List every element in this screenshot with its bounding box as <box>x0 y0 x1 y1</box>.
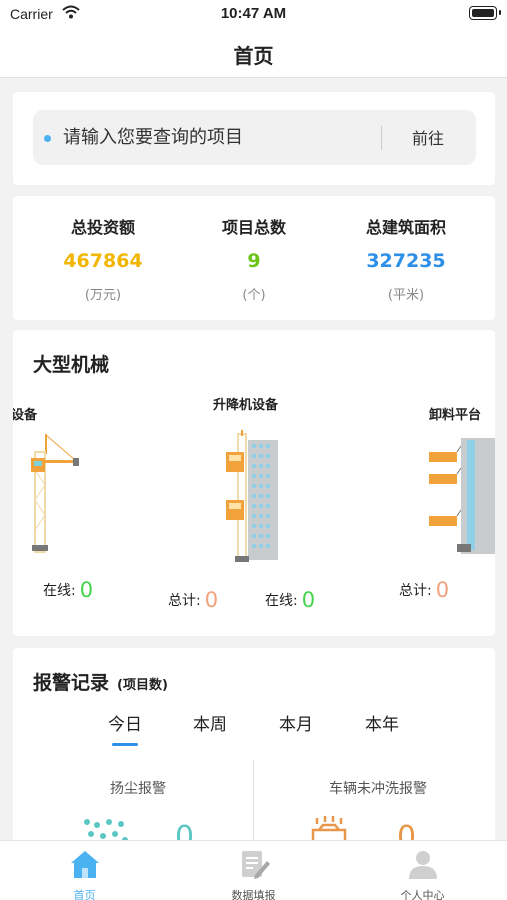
tab-this-month[interactable]: 本月 <box>266 710 326 735</box>
search-box[interactable]: 前往 <box>33 110 476 165</box>
machine-name-partial-left: 设备 <box>13 408 38 423</box>
tab-bar-item-data-entry[interactable]: 数据填报 <box>169 845 338 900</box>
alarm-vehicle-wash-label: 车辆未冲洗报警 <box>329 781 427 797</box>
go-button[interactable]: 前往 <box>393 125 463 149</box>
status-bar: Carrier 10:47 AM <box>0 0 507 30</box>
total-label: 总计: <box>399 583 432 599</box>
tab-bar-label: 个人中心 <box>400 889 445 900</box>
search-card: 前往 <box>13 92 495 185</box>
total-count: 0 <box>435 578 450 602</box>
machine-hoist-online: 在线: 0 <box>265 588 315 612</box>
period-tabs: 今日 本周 本月 本年 <box>85 710 425 746</box>
online-count: 0 <box>79 578 94 602</box>
alarm-dust[interactable]: 扬尘报警 <box>23 778 253 798</box>
alarm-title: 报警记录 <box>33 672 110 694</box>
stats-card: 总投资额 467864 (万元) 项目总数 9 (个) 总建筑面积 327235… <box>13 196 495 320</box>
machine-hoist-total: 总计: 0 <box>168 588 218 612</box>
battery-icon <box>469 6 501 20</box>
clock: 10:47 AM <box>220 5 287 22</box>
alarm-dust-label: 扬尘报警 <box>110 781 166 797</box>
stat-building-area[interactable]: 总建筑面积 327235 (平米) <box>326 214 486 303</box>
stat-value: 327235 <box>366 250 446 272</box>
total-count: 0 <box>204 588 219 612</box>
alarm-card: 报警记录 (项目数) 今日 本周 本月 本年 扬尘报警 车辆未冲洗报警 0 0 <box>13 648 495 848</box>
online-label: 在线: <box>265 593 298 609</box>
unloading-platform-icon[interactable] <box>427 438 495 558</box>
tower-crane-icon[interactable] <box>25 430 95 555</box>
section-title-alarm: 报警记录 (项目数) <box>33 668 168 695</box>
construction-hoist-icon[interactable] <box>221 430 291 565</box>
navigation-bar: 首页 <box>0 30 507 78</box>
stat-unit: (万元) <box>84 288 122 303</box>
search-divider <box>381 126 382 150</box>
stat-label: 总建筑面积 <box>365 218 446 237</box>
user-icon <box>409 851 437 879</box>
machine-name-partial-right: 卸料平台 <box>429 408 482 423</box>
alarm-divider <box>253 760 254 848</box>
section-title-machinery: 大型机械 <box>33 354 110 376</box>
machine-right-total: 总计: 0 <box>399 578 449 602</box>
total-label: 总计: <box>168 593 201 609</box>
alarm-vehicle-wash[interactable]: 车辆未冲洗报警 <box>263 778 493 798</box>
alarm-subtitle: (项目数) <box>117 678 168 693</box>
search-dot-icon <box>44 135 51 142</box>
tab-bar-item-profile[interactable]: 个人中心 <box>338 845 507 900</box>
tab-bar-label: 首页 <box>73 889 96 900</box>
tab-bar-label: 数据填报 <box>231 889 276 900</box>
tab-this-year[interactable]: 本年 <box>352 710 412 735</box>
online-label: 在线: <box>43 583 76 599</box>
edit-document-icon <box>242 851 270 879</box>
machine-name-hoist: 升降机设备 <box>213 398 279 413</box>
home-icon <box>71 851 99 878</box>
stat-value: 9 <box>247 250 261 272</box>
page-title: 首页 <box>233 44 274 68</box>
stat-unit: (个) <box>242 288 266 303</box>
online-count: 0 <box>301 588 316 612</box>
machine-left-online: 在线: 0 <box>43 578 93 602</box>
bottom-tab-bar: 首页 数据填报 个人中心 <box>0 840 507 900</box>
stat-total-investment[interactable]: 总投资额 467864 (万元) <box>23 214 183 303</box>
stat-value: 467864 <box>63 250 143 272</box>
stat-project-count[interactable]: 项目总数 9 (个) <box>174 214 334 303</box>
tab-bar-item-home[interactable]: 首页 <box>0 845 169 900</box>
search-input[interactable] <box>63 120 373 155</box>
stat-label: 总投资额 <box>70 218 135 237</box>
tab-today[interactable]: 今日 <box>95 710 155 746</box>
stat-unit: (平米) <box>387 288 425 303</box>
tab-this-week[interactable]: 本周 <box>180 710 240 735</box>
machinery-card: 大型机械 设备 在线: 0 升降机设备 总计: 0 在线: 0 卸料平台 总计:… <box>13 330 495 636</box>
stat-label: 项目总数 <box>221 218 286 237</box>
